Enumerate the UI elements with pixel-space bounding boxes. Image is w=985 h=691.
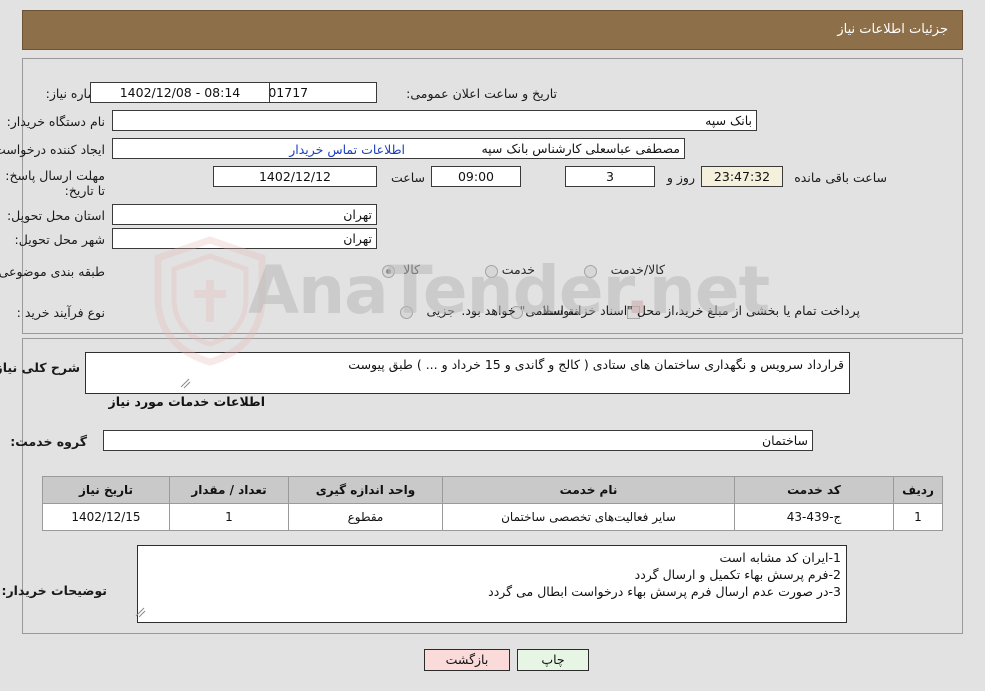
page-header-bar: جزئیات اطلاعات نیاز [22,10,963,50]
services-info-heading: اطلاعات خدمات مورد نیاز [108,394,266,409]
buyer-org-label: نام دستگاه خریدار: [6,114,105,129]
cell-unit: مقطوع [288,503,443,531]
announcement-label: تاریخ و ساعت اعلان عمومی: [406,86,557,101]
radio-category-goods[interactable] [382,265,395,278]
th-service-name: نام خدمت [442,476,735,504]
remaining-days-value: 3 [565,166,655,187]
th-row: ردیف [893,476,943,504]
radio-category-goods-service-label: کالا/خدمت [610,262,665,277]
th-unit: واحد اندازه گیری [288,476,443,504]
cell-quantity: 1 [169,503,289,531]
delivery-province-value: تهران [112,204,377,225]
cell-service-code: ج-439-43 [734,503,894,531]
table-row: 1 ج-439-43 سایر فعالیت‌های تخصصی ساختمان… [42,503,943,531]
announcement-value: 08:14 - 1402/12/08 [90,82,270,103]
back-button[interactable]: بازگشت [424,649,510,671]
general-description-label: شرح کلی نیاز: [0,360,80,375]
remaining-days-label: روز و [666,170,695,185]
table-header-row: ردیف کد خدمت نام خدمت واحد اندازه گیری ت… [42,476,943,504]
delivery-city-label: شهر محل تحویل: [14,232,105,247]
cell-row: 1 [893,503,943,531]
delivery-city-value: تهران [112,228,377,249]
page-root: AnaTender.net جزئیات اطلاعات نیاز شماره … [0,0,985,691]
buyer-org-value: بانک سپه [112,110,757,131]
request-creator-label: ایجاد کننده درخواست: [0,142,105,157]
radio-process-minor-label: جزیی [426,303,455,318]
print-button[interactable]: چاپ [517,649,589,671]
delivery-province-label: استان محل تحویل: [6,208,105,223]
buyer-notes-textarea[interactable]: 1-ایران کد مشابه است 2-فرم پرسش بهاء تکم… [137,545,847,623]
purchase-process-label: نوع فرآیند خرید : [16,305,105,320]
radio-category-service-label: خدمت [501,262,535,277]
page-title: جزئیات اطلاعات نیاز [837,22,948,37]
cell-need-date: 1402/12/15 [42,503,170,531]
general-description-textarea[interactable]: قرارداد سرویس و نگهداری ساختمان های ستاد… [85,352,850,394]
service-group-label: گروه خدمت: [10,434,87,449]
service-group-value: ساختمان [103,430,813,451]
buyer-contact-link[interactable]: اطلاعات تماس خریدار [289,142,405,157]
subject-category-label: طبقه بندی موضوعی: [0,264,105,279]
treasury-bonds-note: پرداخت تمام یا بخشی از مبلغ خرید،از محل … [461,303,860,318]
th-quantity: تعداد / مقدار [169,476,289,504]
th-service-code: کد خدمت [734,476,894,504]
th-need-date: تاریخ نیاز [42,476,170,504]
deadline-hour-value: 09:00 [431,166,521,187]
buyer-notes-label: توضیحات خریدار: [1,583,107,598]
radio-category-goods-label: کالا [403,262,420,277]
countdown-value: 23:47:32 [701,166,783,187]
deadline-date-value: 1402/12/12 [213,166,377,187]
countdown-label: ساعت باقی مانده [794,170,887,185]
deadline-hour-label: ساعت [390,170,425,185]
radio-category-service[interactable] [485,265,498,278]
cell-service-name: سایر فعالیت‌های تخصصی ساختمان [442,503,735,531]
services-table: ردیف کد خدمت نام خدمت واحد اندازه گیری ت… [42,476,943,531]
radio-category-goods-service[interactable] [584,265,597,278]
radio-process-minor[interactable] [400,306,413,319]
deadline-label: مهلت ارسال پاسخ: تا تاریخ: [5,168,105,198]
